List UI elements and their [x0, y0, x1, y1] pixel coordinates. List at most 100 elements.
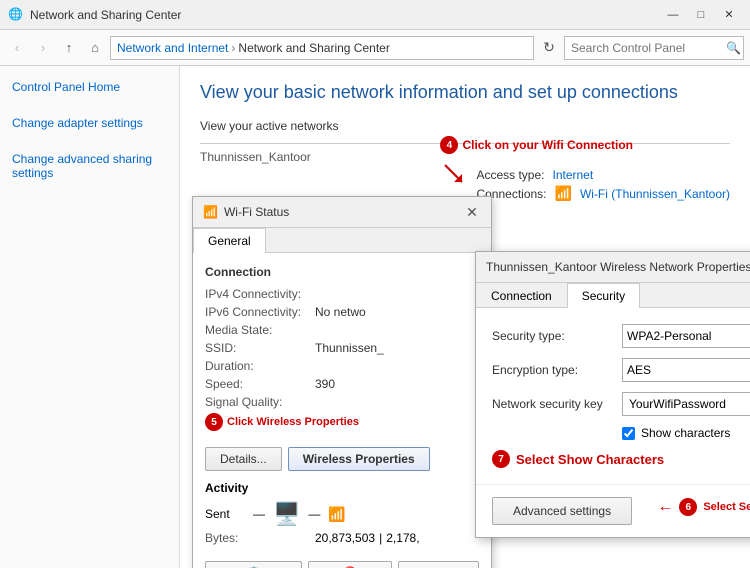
back-button[interactable]: ‹ [6, 37, 28, 59]
connection-section-title: Connection [205, 265, 479, 279]
security-annotation-text: Select Security Tab [703, 501, 750, 513]
show-chars-checkbox[interactable] [622, 427, 635, 440]
window-controls: — □ ✕ [660, 5, 742, 25]
search-icon: 🔍 [726, 41, 741, 55]
thunnissen-label: Thunnissen_Kantoor [200, 150, 311, 164]
network-info: Access type: Internet Connections: 📶 Wi-… [476, 168, 730, 205]
activity-sent-row: Sent — 🖥️ — 📶 [205, 501, 479, 527]
sidebar-item-home[interactable]: Control Panel Home [0, 76, 179, 98]
close-button[interactable]: ✕ [716, 5, 742, 25]
refresh-button[interactable]: ↻ [538, 37, 560, 59]
network-key-input[interactable] [622, 392, 750, 416]
breadcrumb-current: Network and Sharing Center [238, 41, 389, 55]
tab-general[interactable]: General [193, 228, 266, 253]
encryption-type-row: Encryption type: AES ▾ [492, 358, 750, 382]
wireless-properties-button[interactable]: Wireless Properties [288, 447, 430, 471]
wifi-status-bottom-buttons: 🛡️ Properties 🔴 Disable Diagnose [205, 555, 479, 568]
bytes-sent: 20,873,503 [315, 531, 375, 545]
breadcrumb-network-internet[interactable]: Network and Internet [117, 41, 228, 55]
tab-security[interactable]: Security [567, 283, 640, 308]
ipv6-value: No netwo [315, 305, 366, 319]
bytes-recv: 2,178, [386, 531, 419, 545]
red-arrow-icon: ← [657, 498, 673, 516]
wifi-status-titlebar: 📶 Wi-Fi Status ✕ [193, 197, 491, 228]
net-props-titlebar: Thunnissen_Kantoor Wireless Network Prop… [476, 252, 750, 283]
ssid-value: Thunnissen_ [315, 341, 384, 355]
app-icon: 🌐 [8, 7, 24, 23]
forward-button[interactable]: › [32, 37, 54, 59]
duration-row: Duration: [205, 359, 479, 373]
red-arrow-icon [440, 160, 470, 190]
maximize-button[interactable]: □ [688, 5, 714, 25]
show-chars-row: Show characters [622, 426, 750, 440]
access-type-value: Internet [552, 168, 593, 182]
duration-label: Duration: [205, 359, 315, 373]
wifi-icon: 📶 [555, 185, 572, 202]
ipv4-label: IPv4 Connectivity: [205, 287, 315, 301]
encryption-type-value: AES [627, 363, 651, 377]
show-chars-annotation: 7 Select Show Characters [492, 450, 750, 468]
security-type-select[interactable]: WPA2-Personal ▾ [622, 324, 750, 348]
activity-title: Activity [205, 481, 479, 495]
connections-value[interactable]: Wi-Fi (Thunnissen_Kantoor) [580, 187, 730, 201]
properties-button[interactable]: 🛡️ Properties [205, 561, 302, 568]
annotation-number-4: 4 [440, 136, 458, 154]
ssid-label: SSID: [205, 341, 315, 355]
address-bar: ‹ › ↑ ⌂ Network and Internet › Network a… [0, 30, 750, 66]
annotation-number-5: 5 [205, 413, 223, 431]
media-state-row: Media State: [205, 323, 479, 337]
dash2-icon: — [308, 507, 320, 521]
encryption-type-select[interactable]: AES ▾ [622, 358, 750, 382]
speed-value: 390 [315, 377, 335, 391]
annotation-number-7: 7 [492, 450, 510, 468]
show-chars-annotation-text: Select Show Characters [516, 452, 664, 467]
up-button[interactable]: ↑ [58, 37, 80, 59]
ipv6-label: IPv6 Connectivity: [205, 305, 315, 319]
wireless-properties-annotation: 5 Click Wireless Properties [205, 413, 479, 431]
details-button[interactable]: Details... [205, 447, 282, 471]
security-type-row: Security type: WPA2-Personal ▾ [492, 324, 750, 348]
net-props-tabs: Connection Security ← 6 Select Security … [476, 283, 750, 308]
wifi-status-icon: 📶 [203, 205, 218, 219]
tab-connection[interactable]: Connection [476, 283, 567, 308]
ssid-row: SSID: Thunnissen_ [205, 341, 479, 355]
show-chars-label: Show characters [641, 426, 730, 440]
page-title: View your basic network information and … [200, 82, 730, 103]
media-state-label: Media State: [205, 323, 315, 337]
home-button[interactable]: ⌂ [84, 37, 106, 59]
wifi-status-title: Wi-Fi Status [224, 205, 289, 219]
disable-button[interactable]: 🔴 Disable [308, 561, 392, 568]
net-props-dialog: Thunnissen_Kantoor Wireless Network Prop… [475, 251, 750, 538]
advanced-settings-button[interactable]: Advanced settings [492, 497, 632, 525]
signal-quality-label: Signal Quality: [205, 395, 315, 409]
search-input[interactable] [571, 41, 726, 55]
wifi-status-buttons: Details... Wireless Properties [205, 441, 479, 471]
annotation-number-6: 6 [679, 498, 697, 516]
ipv6-row: IPv6 Connectivity: No netwo [205, 305, 479, 319]
speed-label: Speed: [205, 377, 315, 391]
diagnose-button[interactable]: Diagnose [398, 561, 479, 568]
main-area: Control Panel Home Change adapter settin… [0, 66, 750, 568]
sidebar-item-sharing[interactable]: Change advanced sharing settings [0, 148, 179, 184]
search-box: 🔍 [564, 36, 744, 60]
wifi-status-close[interactable]: ✕ [463, 203, 481, 221]
signal-quality-row: Signal Quality: [205, 395, 479, 409]
wifi-status-tabs: General [193, 228, 491, 253]
sidebar-item-adapter[interactable]: Change adapter settings [0, 112, 179, 134]
ipv4-row: IPv4 Connectivity: [205, 287, 479, 301]
wifi-status-body: Connection IPv4 Connectivity: IPv6 Conne… [193, 253, 491, 568]
activity-section: Activity Sent — 🖥️ — 📶 Bytes: 20,873,503… [205, 481, 479, 545]
wireless-annotation-text: Click Wireless Properties [227, 416, 359, 428]
wifi-bars-icon: 📶 [328, 506, 345, 523]
minimize-button[interactable]: — [660, 5, 686, 25]
title-bar: 🌐 Network and Sharing Center — □ ✕ [0, 0, 750, 30]
encryption-type-label: Encryption type: [492, 363, 622, 377]
window-title: Network and Sharing Center [30, 8, 660, 22]
network-key-row: Network security key [492, 392, 750, 416]
access-type-label: Access type: [476, 168, 544, 182]
sidebar: Control Panel Home Change adapter settin… [0, 66, 180, 568]
content-area: View your basic network information and … [180, 66, 750, 568]
breadcrumb: Network and Internet › Network and Shari… [110, 36, 534, 60]
wifi-annotation-text: Click on your Wifi Connection [462, 138, 633, 152]
wifi-annotation: 4 Click on your Wifi Connection [440, 136, 730, 154]
